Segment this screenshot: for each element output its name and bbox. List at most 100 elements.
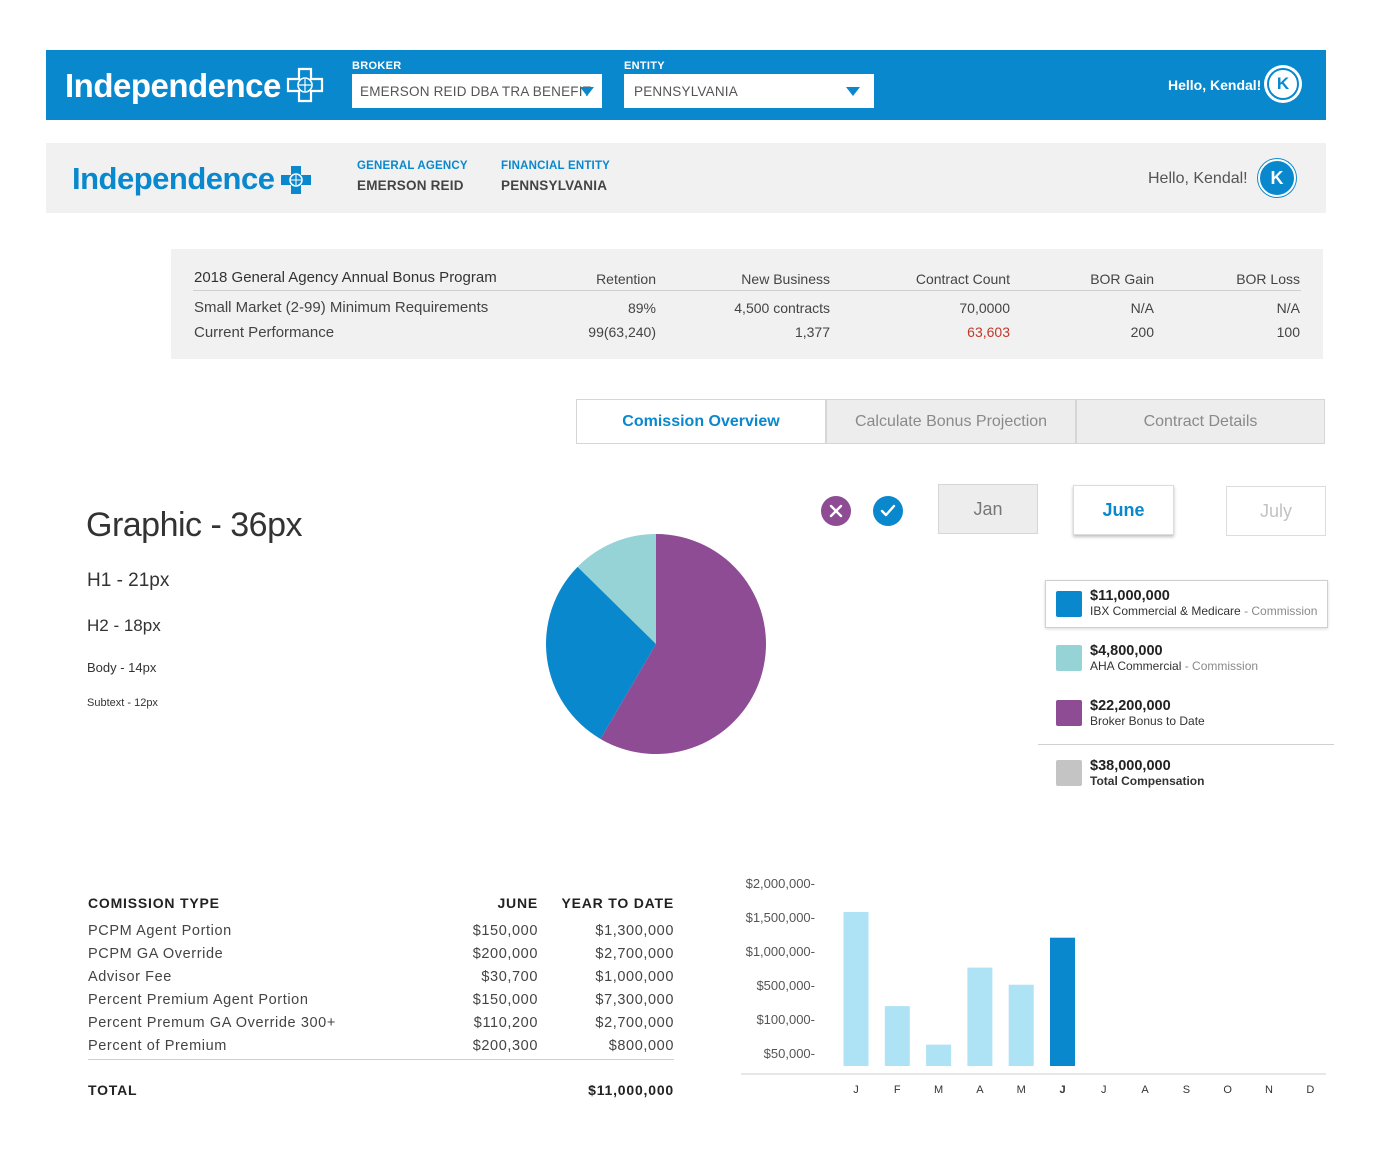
divider — [88, 1059, 674, 1060]
tab-calculate-bonus-projection[interactable]: Calculate Bonus Projection — [826, 399, 1076, 444]
broker-select[interactable]: EMERSON REID DBA TRA BENEFIT — [352, 74, 602, 108]
june-amount-cell: $30,700 — [481, 969, 538, 985]
commission-type-cell: Percent Premium Agent Portion — [88, 992, 309, 1008]
bonus-program-title: 2018 General Agency Annual Bonus Program — [194, 269, 497, 286]
chevron-down-icon — [846, 87, 860, 96]
column-header-bor-loss: BOR Loss — [1236, 271, 1300, 287]
month-button-june[interactable]: June — [1073, 485, 1174, 535]
requirement-new-business: 4,500 contracts — [734, 300, 830, 316]
performance-retention: 99(63,240) — [588, 324, 656, 340]
legend-amount-broker-bonus: $22,200,000 — [1090, 698, 1171, 714]
x-axis-tick: A — [1141, 1084, 1149, 1096]
column-header-contract-count: Contract Count — [915, 271, 1010, 287]
y-axis-tick: $50,000- — [763, 1046, 815, 1061]
requirement-bor-loss: N/A — [1276, 300, 1300, 316]
performance-bor-gain: 200 — [1130, 324, 1154, 340]
legend-label-aha-text: AHA Commercial — [1090, 659, 1182, 673]
legend-swatch-ibx — [1056, 591, 1082, 617]
commission-type-cell: Advisor Fee — [88, 969, 172, 985]
legend-amount-ibx: $11,000,000 — [1090, 588, 1170, 604]
typography-h1: H1 - 21px — [87, 570, 170, 591]
bar-J-0[interactable] — [843, 912, 869, 1066]
close-icon — [829, 504, 843, 518]
divider — [193, 290, 1301, 291]
legend-label-broker-bonus[interactable]: Broker Bonus to Date — [1090, 714, 1205, 728]
x-axis-tick: N — [1265, 1084, 1273, 1096]
column-header-commission-type: COMISSION TYPE — [88, 895, 220, 911]
ytd-amount-cell: $800,000 — [608, 1038, 674, 1054]
legend-label-total: Total Compensation — [1090, 774, 1205, 788]
x-axis-tick: A — [976, 1084, 984, 1096]
financial-entity-value: PENNSYLVANIA — [501, 178, 608, 193]
column-header-june: JUNE — [497, 895, 538, 911]
x-axis-tick: D — [1306, 1084, 1315, 1096]
typography-subtext: Subtext - 12px — [87, 697, 158, 709]
commission-pie-chart — [546, 534, 766, 754]
ytd-amount-cell: $2,700,000 — [595, 1015, 674, 1031]
total-label: TOTAL — [88, 1082, 138, 1098]
june-amount-cell: $150,000 — [472, 992, 538, 1008]
tab-commission-overview[interactable]: Comission Overview — [576, 399, 826, 444]
x-axis-tick: J — [853, 1084, 859, 1096]
commission-type-cell: Percent Premum GA Override 300+ — [88, 1015, 336, 1031]
x-axis-tick: J — [1101, 1084, 1107, 1096]
y-axis-tick: $500,000- — [756, 978, 815, 993]
month-button-jan[interactable]: Jan — [938, 484, 1038, 534]
avatar-initial: K — [1267, 68, 1299, 100]
bar-F-1[interactable] — [884, 1006, 910, 1066]
confirm-button[interactable] — [873, 496, 903, 526]
entity-select-value: PENNSYLVANIA — [634, 84, 738, 99]
bar-M-4[interactable] — [1008, 984, 1034, 1066]
greeting: Hello, Kendal! — [1148, 170, 1248, 187]
column-header-new-business: New Business — [741, 271, 830, 287]
month-button-july[interactable]: July — [1226, 486, 1326, 536]
tab-contract-details[interactable]: Contract Details — [1076, 399, 1325, 444]
cancel-button[interactable] — [821, 496, 851, 526]
avatar[interactable]: K — [1258, 159, 1296, 197]
typography-body: Body - 14px — [87, 660, 157, 675]
brand-logo[interactable]: Independence — [65, 67, 281, 105]
performance-contract-count: 63,603 — [967, 324, 1010, 340]
brand-logo[interactable]: Independence — [72, 161, 275, 197]
secondary-header: Independence GENERAL AGENCY EMERSON REID… — [46, 143, 1326, 213]
performance-bor-loss: 100 — [1276, 324, 1300, 340]
general-agency-value: EMERSON REID — [357, 178, 464, 193]
ytd-amount-cell: $1,300,000 — [595, 923, 674, 939]
legend-label-ibx: IBX Commercial & Medicare - Commission — [1090, 604, 1317, 618]
typography-h2: H2 - 18px — [87, 616, 161, 635]
entity-select[interactable]: PENNSYLVANIA — [624, 74, 874, 108]
x-axis-tick: M — [1016, 1084, 1026, 1096]
monthly-commission-bar-chart: $2,000,000- $1,500,000- $1,000,000- $500,00… — [700, 868, 1330, 1108]
requirement-retention: 89% — [627, 300, 656, 316]
legend-amount-aha: $4,800,000 — [1090, 643, 1163, 659]
y-axis-tick: $1,500,000- — [745, 910, 815, 925]
x-axis-tick: O — [1223, 1084, 1232, 1096]
column-header-bor-gain: BOR Gain — [1090, 271, 1154, 287]
june-amount-cell: $110,200 — [473, 1015, 538, 1031]
legend-suffix-ibx: - Commission — [1244, 604, 1318, 618]
row-label-current-performance: Current Performance — [194, 324, 335, 341]
entity-label: ENTITY — [624, 60, 665, 72]
general-agency-label: GENERAL AGENCY — [357, 160, 468, 172]
bar-J-5[interactable] — [1050, 937, 1075, 1066]
x-axis-tick: F — [893, 1084, 901, 1096]
primary-header: Independence BROKER EMERSON REID DBA TRA… — [46, 50, 1326, 120]
bar-M-2[interactable] — [926, 1044, 952, 1066]
avatar[interactable]: K — [1264, 65, 1302, 103]
legend-amount-total: $38,000,000 — [1090, 758, 1171, 774]
legend-label-aha[interactable]: AHA Commercial - Commission — [1090, 659, 1258, 673]
bar-A-3[interactable] — [967, 967, 993, 1066]
june-amount-cell: $200,300 — [472, 1038, 538, 1054]
cross-logo-icon — [286, 67, 324, 103]
column-header-year-to-date: YEAR TO DATE — [561, 895, 674, 911]
june-amount-cell: $200,000 — [472, 946, 538, 962]
ytd-amount-cell: $7,300,000 — [595, 992, 674, 1008]
cross-logo-icon — [281, 166, 311, 194]
legend-swatch-aha — [1056, 645, 1082, 671]
y-axis-tick: $100,000- — [756, 1012, 815, 1027]
legend-suffix-aha: - Commission — [1184, 659, 1259, 673]
x-axis-tick: S — [1182, 1084, 1191, 1096]
legend-swatch-broker-bonus — [1056, 700, 1082, 726]
legend-label-ibx-text: IBX Commercial & Medicare — [1090, 604, 1241, 618]
legend-divider — [1038, 744, 1334, 745]
